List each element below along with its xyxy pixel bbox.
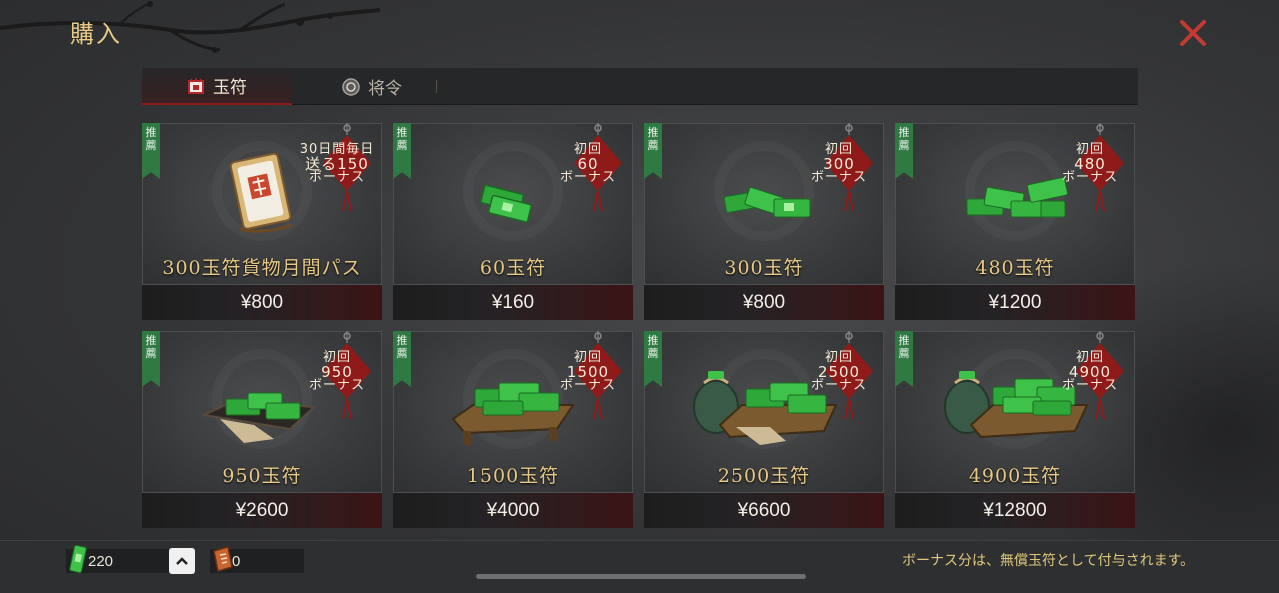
badge-char-2: 薦: [145, 139, 157, 152]
badge-char-2: 薦: [647, 139, 659, 152]
product-card[interactable]: 推 薦 初回 480 ボーナス 480玉符 ¥1200: [895, 123, 1135, 320]
badge-char-2: 薦: [898, 347, 910, 360]
product-card[interactable]: 推 薦 初回 300 ボーナス 300玉符 ¥800: [644, 123, 884, 320]
badge-char-2: 薦: [396, 139, 408, 152]
product-card[interactable]: 推 薦 初回 950 ボーナス 950玉符 ¥2600: [142, 331, 382, 528]
price-button[interactable]: ¥6600: [644, 493, 884, 528]
price-button[interactable]: ¥160: [393, 285, 633, 320]
product-card[interactable]: 推 薦 30日間毎日 送る150 ボーナス 300玉符貨物月間パス ¥800: [142, 123, 382, 320]
bonus-line-2: 4900: [1068, 363, 1112, 381]
add-jade-button[interactable]: [169, 548, 195, 574]
bonus-line-3: ボーナス: [810, 170, 867, 185]
bonus-label: 初回 60 ボーナス: [543, 143, 633, 185]
bonus-line-3: ボーナス: [559, 378, 616, 393]
jade-currency-icon: [69, 544, 87, 574]
command-token-currency-icon: [213, 546, 233, 572]
product-name: 300玉符貨物月間パス: [162, 257, 362, 279]
product-card[interactable]: 推 薦 初回 1500 ボーナス 1500玉符 ¥4000: [393, 331, 633, 528]
product-card[interactable]: 推 薦 初回 2500 ボーナス 2500玉符 ¥6600: [644, 331, 884, 528]
jade-seal-icon: [188, 77, 204, 94]
tab-divider: [436, 80, 437, 93]
bonus-line-2: 480: [1074, 155, 1106, 173]
badge-char-1: 推: [145, 126, 157, 139]
bonus-label: 初回 4900 ボーナス: [1045, 351, 1135, 393]
tab-command-token[interactable]: 将令: [342, 68, 422, 105]
command-token-icon: [342, 77, 360, 96]
bonus-line-2: 送る150: [305, 155, 369, 173]
badge-char-1: 推: [145, 334, 157, 347]
badge-char-1: 推: [647, 334, 659, 347]
bonus-label: 初回 480 ボーナス: [1045, 143, 1135, 185]
price-button[interactable]: ¥12800: [895, 493, 1135, 528]
tab-bar: 玉符 将令: [142, 68, 1138, 105]
recommend-badge: 推 薦: [895, 331, 913, 387]
product-name: 1500玉符: [466, 465, 560, 487]
recommend-badge: 推 薦: [393, 331, 411, 387]
badge-char-1: 推: [647, 126, 659, 139]
bonus-line-2: 1500: [566, 363, 610, 381]
bonus-line-3: ボーナス: [1061, 378, 1118, 393]
recommend-badge: 推 薦: [142, 331, 160, 387]
bonus-label: 初回 2500 ボーナス: [794, 351, 884, 393]
bonus-line-2: 60: [577, 155, 599, 173]
bonus-line-2: 950: [321, 363, 353, 381]
bonus-label: 初回 1500 ボーナス: [543, 351, 633, 393]
product-name: 60玉符: [479, 257, 547, 279]
jade-balance: 220: [66, 544, 170, 574]
tab-label: 玉符: [213, 78, 247, 98]
badge-char-1: 推: [396, 334, 408, 347]
bonus-line-3: ボーナス: [1061, 170, 1118, 185]
bonus-line-3: ボーナス: [308, 170, 365, 185]
chevron-up-icon: [176, 557, 188, 565]
bonus-line-2: 300: [823, 155, 855, 173]
badge-char-1: 推: [396, 126, 408, 139]
bonus-line-3: ボーナス: [559, 170, 616, 185]
scroll-indicator[interactable]: [476, 574, 806, 579]
badge-char-2: 薦: [898, 139, 910, 152]
product-name: 4900玉符: [968, 465, 1062, 487]
bonus-label: 30日間毎日 送る150 ボーナス: [292, 143, 382, 185]
recommend-badge: 推 薦: [895, 123, 913, 179]
product-name: 950玉符: [222, 465, 302, 487]
product-name: 2500玉符: [717, 465, 811, 487]
recommend-badge: 推 薦: [142, 123, 160, 179]
badge-char-1: 推: [898, 126, 910, 139]
close-icon[interactable]: [1176, 16, 1210, 50]
bonus-line-2: 2500: [817, 363, 861, 381]
price-button[interactable]: ¥800: [644, 285, 884, 320]
tab-label: 将令: [368, 79, 402, 99]
branch-decoration: [0, 1, 380, 53]
badge-char-2: 薦: [647, 347, 659, 360]
recommend-badge: 推 薦: [644, 123, 662, 179]
bonus-line-3: ボーナス: [810, 378, 867, 393]
product-card[interactable]: 推 薦 初回 4900 ボーナス 4900玉符 ¥12800: [895, 331, 1135, 528]
price-button[interactable]: ¥2600: [142, 493, 382, 528]
tab-jade[interactable]: 玉符: [142, 68, 292, 105]
product-grid: 推 薦 30日間毎日 送る150 ボーナス 300玉符貨物月間パス ¥800 推…: [142, 123, 1138, 528]
badge-char-2: 薦: [145, 347, 157, 360]
product-name: 480玉符: [975, 257, 1055, 279]
recommend-badge: 推 薦: [644, 331, 662, 387]
product-card[interactable]: 推 薦 初回 60 ボーナス 60玉符 ¥160: [393, 123, 633, 320]
window-title: 購入: [70, 20, 122, 48]
recommend-badge: 推 薦: [393, 123, 411, 179]
token-balance: 0: [210, 546, 304, 574]
product-name: 300玉符: [724, 257, 804, 279]
price-button[interactable]: ¥4000: [393, 493, 633, 528]
price-button[interactable]: ¥1200: [895, 285, 1135, 320]
bonus-note: ボーナス分は、無償玉符として付与されます。: [902, 553, 1195, 569]
badge-char-2: 薦: [396, 347, 408, 360]
bonus-line-3: ボーナス: [308, 378, 365, 393]
price-button[interactable]: ¥800: [142, 285, 382, 320]
bonus-label: 初回 300 ボーナス: [794, 143, 884, 185]
badge-char-1: 推: [898, 334, 910, 347]
bonus-label: 初回 950 ボーナス: [292, 351, 382, 393]
